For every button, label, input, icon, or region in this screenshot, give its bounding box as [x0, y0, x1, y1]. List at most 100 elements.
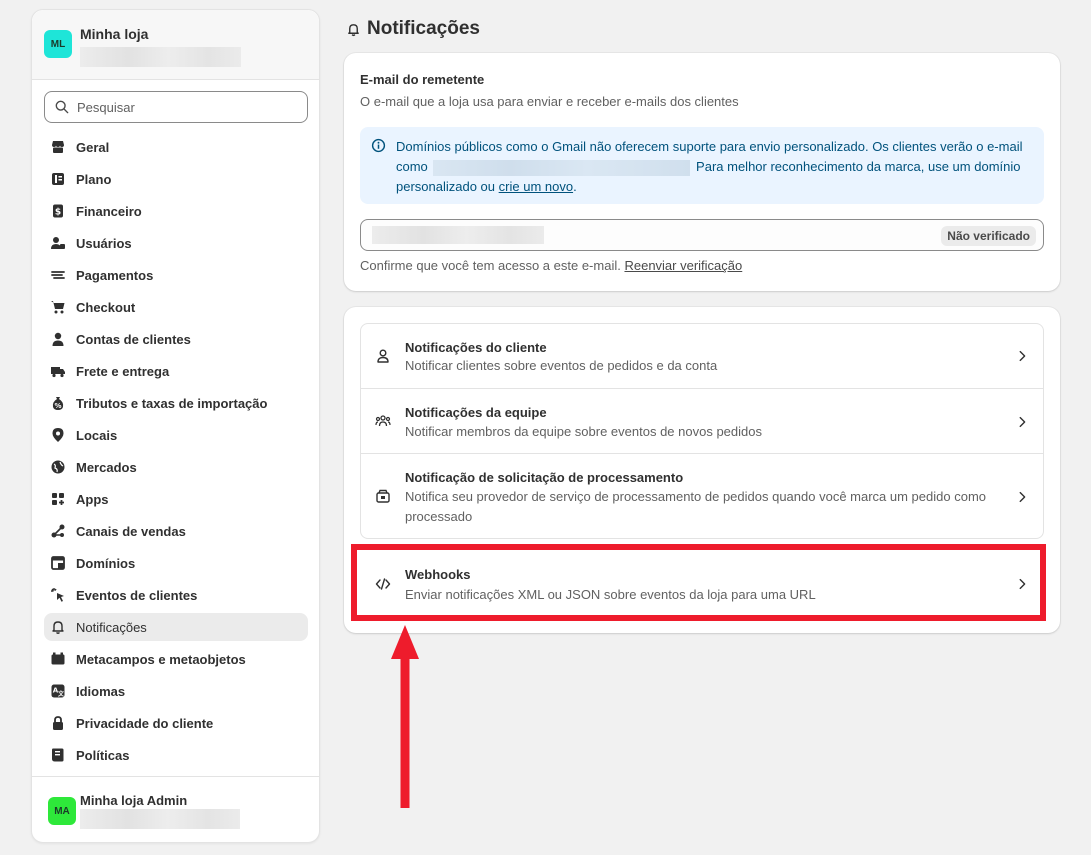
- nav-item-idiomas[interactable]: A 文 Idiomas: [44, 677, 308, 705]
- notifications-list: Notificações do cliente Notificar client…: [360, 323, 1044, 539]
- nav-item-checkout[interactable]: Checkout: [44, 293, 308, 321]
- nav-item-pagamentos[interactable]: Pagamentos: [44, 261, 308, 289]
- row-desc: Notifica seu provedor de serviço de proc…: [405, 489, 987, 524]
- row-desc: Notificar clientes sobre eventos de pedi…: [405, 358, 718, 373]
- svg-text:%: %: [54, 402, 61, 410]
- finance-icon: $: [50, 203, 66, 219]
- nav-label: Idiomas: [76, 683, 126, 699]
- search-icon: [55, 100, 69, 114]
- chevron-right-icon: [1019, 350, 1026, 362]
- customer-notifications-row[interactable]: Notificações do cliente Notificar client…: [361, 324, 1043, 388]
- nav-label: Contas de clientes: [76, 331, 191, 347]
- fulfillment-icon: [376, 489, 390, 503]
- apps-icon: [50, 491, 66, 507]
- store-header[interactable]: ML Minha loja: [32, 10, 319, 80]
- svg-text:文: 文: [57, 690, 65, 698]
- person-icon: [50, 331, 66, 347]
- nav-item-dominios[interactable]: Domínios: [44, 549, 308, 577]
- nav-item-eventos[interactable]: Eventos de clientes: [44, 581, 308, 609]
- nav-label: Plano: [76, 171, 112, 187]
- nav-label: Financeiro: [76, 203, 142, 219]
- sender-email-title: E-mail do remetente: [360, 72, 485, 87]
- page-title-text: Notificações: [367, 18, 480, 39]
- nav-item-tributos[interactable]: % Tributos e taxas de importação: [44, 389, 308, 417]
- nav-label: Locais: [76, 427, 118, 443]
- info-banner: Domínios públicos como o Gmail não ofere…: [360, 127, 1044, 204]
- store-name: Minha loja: [80, 26, 149, 42]
- admin-account[interactable]: MA Minha loja Admin: [32, 776, 319, 842]
- nav-item-geral[interactable]: Geral: [44, 133, 308, 161]
- redacted-admin-email: [80, 809, 240, 829]
- fulfillment-notification-row[interactable]: Notificação de solicitação de processame…: [361, 453, 1043, 538]
- nav-item-frete[interactable]: Frete e entrega: [44, 357, 308, 385]
- globe-icon: [50, 459, 66, 475]
- redacted-email-value: [372, 226, 544, 244]
- team-icon: [375, 415, 391, 427]
- status-badge: Não verificado: [941, 226, 1036, 246]
- plan-icon: [50, 171, 66, 187]
- nav-item-apps[interactable]: Apps: [44, 485, 308, 513]
- nav-label: Usuários: [76, 235, 132, 251]
- tax-icon: %: [50, 395, 66, 411]
- red-arrow-icon: [391, 625, 419, 808]
- nav-label: Canais de vendas: [76, 523, 186, 539]
- settings-nav: Geral Plano $ Financeiro Usuários Pagamen…: [44, 133, 308, 773]
- redacted-store-url: [80, 47, 241, 67]
- nav-item-notificacoes[interactable]: Notificações: [44, 613, 308, 641]
- users-icon: [50, 235, 66, 251]
- team-notifications-row[interactable]: Notificações da equipe Notificar membros…: [361, 388, 1043, 453]
- nav-label: Metacampos e metaobjetos: [76, 651, 246, 667]
- domain-icon: [50, 555, 66, 571]
- sender-email-subtitle: O e-mail que a loja usa para enviar e re…: [360, 94, 739, 109]
- row-title: Notificação de solicitação de processame…: [405, 470, 684, 485]
- banner-text-end: .: [573, 179, 577, 194]
- truck-icon: [50, 363, 66, 379]
- cart-icon: [50, 299, 66, 315]
- search-field[interactable]: [44, 91, 308, 123]
- nav-label: Privacidade do cliente: [76, 715, 214, 731]
- nav-item-usuarios[interactable]: Usuários: [44, 229, 308, 257]
- info-banner-text: Domínios públicos como o Gmail não ofere…: [396, 137, 1036, 197]
- sender-email-card: E-mail do remetente O e-mail que a loja …: [344, 53, 1060, 291]
- payments-icon: [50, 267, 66, 283]
- create-domain-link[interactable]: crie um novo: [499, 179, 573, 194]
- bell-icon: [50, 619, 66, 635]
- nav-item-metacampos[interactable]: Metacampos e metaobjetos: [44, 645, 308, 673]
- highlight-box: [351, 544, 1046, 621]
- nav-item-canais[interactable]: Canais de vendas: [44, 517, 308, 545]
- resend-verification-link[interactable]: Reenviar verificação: [624, 258, 742, 273]
- admin-avatar: MA: [48, 797, 76, 825]
- page-title: Notificações: [346, 18, 480, 40]
- location-icon: [50, 427, 66, 443]
- nav-item-contas-clientes[interactable]: Contas de clientes: [44, 325, 308, 353]
- settings-sidebar: ML Minha loja Geral Plano $ Financeiro Us…: [31, 9, 320, 843]
- metafields-icon: [50, 651, 66, 667]
- nav-label: Apps: [76, 491, 109, 507]
- nav-label: Domínios: [76, 555, 136, 571]
- redacted-email: [433, 159, 691, 176]
- nav-item-privacidade[interactable]: Privacidade do cliente: [44, 709, 308, 737]
- nav-label: Checkout: [76, 299, 136, 315]
- nav-item-politicas[interactable]: Políticas: [44, 741, 308, 769]
- sender-email-field[interactable]: Não verificado: [360, 219, 1044, 251]
- nav-item-financeiro[interactable]: $ Financeiro: [44, 197, 308, 225]
- nav-label: Geral: [76, 139, 110, 155]
- search-input[interactable]: [77, 99, 297, 115]
- nav-item-plano[interactable]: Plano: [44, 165, 308, 193]
- chevron-right-icon: [1019, 416, 1026, 428]
- person-icon: [377, 349, 389, 363]
- nav-label: Notificações: [76, 619, 147, 635]
- nav-label: Frete e entrega: [76, 363, 170, 379]
- nav-item-mercados[interactable]: Mercados: [44, 453, 308, 481]
- chevron-right-icon: [1019, 491, 1026, 503]
- confirm-text: Confirme que você tem acesso a este e-ma…: [360, 258, 742, 273]
- admin-name: Minha loja Admin: [80, 793, 188, 808]
- lock-icon: [50, 715, 66, 731]
- policy-icon: [50, 747, 66, 763]
- nav-item-locais[interactable]: Locais: [44, 421, 308, 449]
- events-icon: [50, 587, 66, 603]
- nav-label: Tributos e taxas de importação: [76, 395, 268, 411]
- language-icon: A文: [50, 683, 66, 699]
- nav-label: Eventos de clientes: [76, 587, 198, 603]
- nav-label: Mercados: [76, 459, 137, 475]
